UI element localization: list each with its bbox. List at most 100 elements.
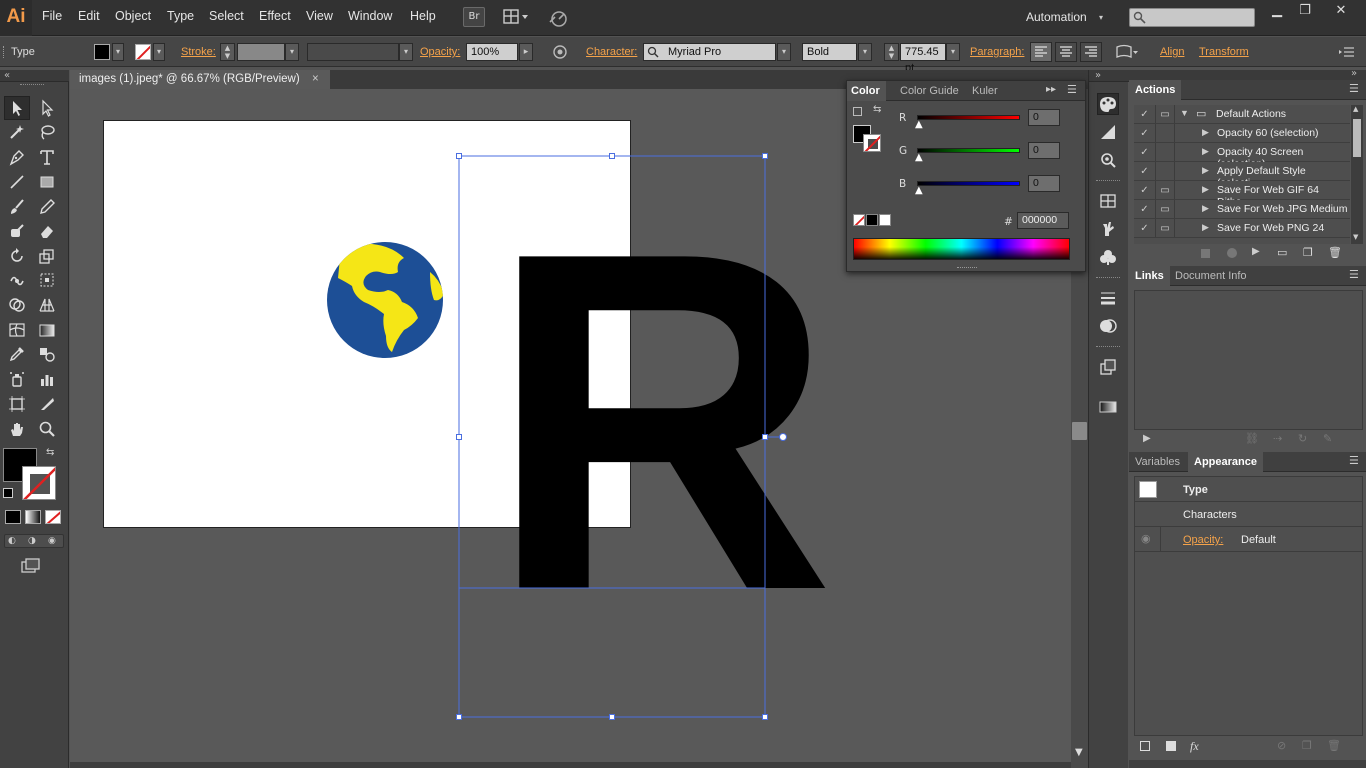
character-label[interactable]: Character: (586, 46, 637, 58)
selection-tool-icon[interactable] (4, 96, 30, 120)
toggle-item-check-icon[interactable]: ✓ (1134, 162, 1156, 180)
slice-tool-icon[interactable] (34, 392, 60, 416)
opacity-dropdown[interactable]: ▸ (519, 43, 533, 61)
g-value-field[interactable]: 0 (1028, 142, 1060, 159)
zoom-tool-icon[interactable] (34, 417, 60, 441)
panel-menu-icon[interactable]: ☰ (1349, 82, 1359, 95)
white-swatch[interactable] (879, 214, 891, 226)
horizontal-scrollbar[interactable] (70, 762, 1071, 768)
stroke-dropdown[interactable]: ▾ (153, 43, 165, 61)
profile-dropdown[interactable]: ▾ (399, 43, 413, 61)
menu-type[interactable]: Type (167, 9, 194, 23)
color-guide-icon[interactable] (1097, 121, 1119, 143)
pen-tool-icon[interactable] (4, 145, 30, 169)
b-value-field[interactable]: 0 (1028, 175, 1060, 192)
shape-builder-tool-icon[interactable] (4, 293, 30, 317)
eraser-tool-icon[interactable] (34, 219, 60, 243)
paintbrush-tool-icon[interactable] (4, 195, 30, 219)
rotate-tool-icon[interactable] (4, 244, 30, 268)
draw-inside-icon[interactable]: ◉ (48, 536, 60, 546)
duplicate-item-icon[interactable]: ❐ (1302, 739, 1312, 752)
list-item[interactable]: ✓ ▶ Opacity 40 Screen (selection) (1134, 143, 1350, 170)
resize-handle-sw[interactable] (456, 714, 462, 720)
font-family-dropdown[interactable]: ▾ (777, 43, 791, 61)
toggle-item-check-icon[interactable]: ✓ (1134, 181, 1156, 199)
expand-triangle-icon[interactable]: ▶ (1202, 222, 1209, 233)
color-panel-icon[interactable] (1097, 93, 1119, 115)
dialog-toggle-icon[interactable] (1156, 143, 1175, 161)
tab-kuler[interactable]: Kuler (966, 81, 1004, 101)
r-value-field[interactable]: 0 (1028, 109, 1060, 126)
resize-handle-nw[interactable] (456, 153, 462, 159)
black-swatch[interactable] (866, 214, 878, 226)
resize-handle-e[interactable] (762, 434, 768, 440)
align-label[interactable]: Align (1160, 46, 1184, 58)
font-style-field[interactable]: Bold (802, 43, 857, 61)
action-set-row[interactable]: ✓ ▭ ▼ ▭ Default Actions (1134, 105, 1350, 124)
menu-view[interactable]: View (306, 9, 333, 23)
tab-document-info[interactable]: Document Info (1169, 266, 1253, 286)
play-icon[interactable]: ▶ (1252, 246, 1260, 257)
list-item[interactable]: ✓ ▶ Apply Default Style (selecti... (1134, 162, 1350, 189)
fill-dropdown[interactable]: ▾ (112, 43, 124, 61)
resize-handle-ne[interactable] (762, 153, 768, 159)
r-slider[interactable] (917, 115, 1020, 120)
hand-tool-icon[interactable] (4, 417, 30, 441)
stroke-weight-field[interactable] (237, 43, 285, 61)
panel-menu-icon[interactable]: ☰ (1349, 454, 1359, 467)
tab-color[interactable]: Color (847, 81, 886, 101)
stroke-swatch[interactable] (135, 44, 151, 60)
column-graph-tool-icon[interactable] (34, 367, 60, 391)
document-tab[interactable]: images (1).jpeg* @ 66.67% (RGB/Preview) … (70, 70, 330, 89)
brushes-icon[interactable] (1097, 218, 1119, 240)
scrollbar-thumb[interactable] (1353, 119, 1361, 157)
panel-menu-icon[interactable]: ☰ (1067, 83, 1077, 96)
tab-appearance[interactable]: Appearance (1188, 452, 1263, 472)
actions-scrollbar[interactable]: ▲ ▼ (1351, 105, 1363, 244)
list-item[interactable]: ✓ ▭ ▶ Save For Web JPG Medium (1134, 200, 1350, 219)
earth-globe-image[interactable] (327, 242, 444, 358)
opacity-label[interactable]: Opacity: (420, 46, 460, 58)
scrollbar-thumb[interactable] (1072, 422, 1087, 440)
gradient-tool-icon[interactable] (34, 318, 60, 342)
collapse-icon[interactable]: « (4, 70, 10, 81)
symbols-icon[interactable] (1097, 246, 1119, 268)
paragraph-label[interactable]: Paragraph: (970, 46, 1024, 58)
list-item[interactable]: ✓ ▭ ▶ Save For Web GIF 64 Dithe... (1134, 181, 1350, 208)
workspace-switcher[interactable]: Automation (1026, 10, 1087, 24)
maximize-button[interactable]: ❐ (1294, 3, 1316, 19)
dialog-toggle-icon[interactable]: ▭ (1156, 219, 1175, 237)
delete-item-icon[interactable]: 🗑 (1327, 739, 1341, 752)
update-link-icon[interactable]: ↻ (1298, 432, 1307, 445)
opacity-field[interactable]: 100% (466, 43, 518, 61)
default-colors-icon[interactable] (3, 488, 13, 498)
direct-selection-tool-icon[interactable] (34, 96, 60, 120)
links-list[interactable] (1134, 290, 1363, 430)
expand-triangle-icon[interactable]: ▼ (1180, 108, 1189, 118)
new-action-icon[interactable]: ❐ (1303, 246, 1313, 259)
search-input[interactable] (1129, 8, 1255, 27)
magic-wand-tool-icon[interactable] (4, 120, 30, 144)
expand-triangle-icon[interactable]: ▶ (1202, 184, 1209, 195)
graphic-styles-icon[interactable] (1097, 356, 1119, 378)
arrange-documents-icon[interactable] (503, 8, 531, 26)
minimize-button[interactable]: ▁ (1266, 3, 1288, 19)
mesh-tool-icon[interactable] (4, 318, 30, 342)
eyedropper-tool-icon[interactable] (4, 342, 30, 366)
dialog-toggle-icon[interactable]: ▭ (1156, 105, 1175, 123)
panel-menu-icon[interactable] (1338, 45, 1356, 59)
menu-edit[interactable]: Edit (78, 9, 100, 23)
expand-icon[interactable]: » (1095, 70, 1101, 81)
chevron-down-icon[interactable]: ▾ (1099, 13, 1103, 22)
stroke-label[interactable]: Stroke: (181, 46, 216, 58)
tab-actions[interactable]: Actions (1129, 80, 1182, 100)
toggle-item-check-icon[interactable]: ✓ (1134, 219, 1156, 237)
opacity-link[interactable]: Opacity: (1183, 534, 1223, 546)
line-segment-tool-icon[interactable] (4, 170, 30, 194)
collapse-icon[interactable]: » (1351, 68, 1357, 79)
tab-variables[interactable]: Variables (1129, 452, 1186, 472)
appearance-characters-row[interactable]: Characters (1135, 502, 1362, 527)
hex-value-field[interactable]: 000000 (1017, 212, 1069, 229)
blob-brush-tool-icon[interactable] (4, 219, 30, 243)
resize-handle-se[interactable] (762, 714, 768, 720)
